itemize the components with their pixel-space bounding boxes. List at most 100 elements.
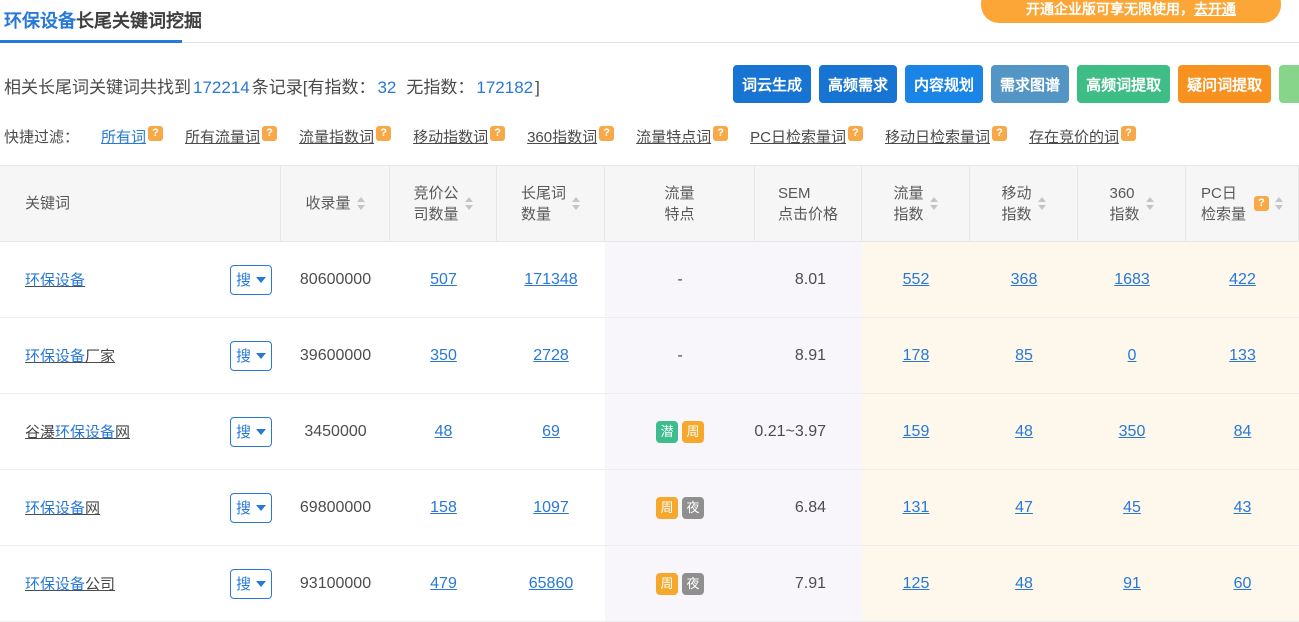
index-360-link[interactable]: 1683 (1114, 271, 1150, 289)
keyword-link[interactable]: 环保设备 (25, 269, 85, 290)
bid-companies-link[interactable]: 479 (430, 575, 457, 593)
index-360-link[interactable]: 91 (1123, 575, 1141, 593)
upgrade-text: 开通企业版可享无限使用， (1026, 0, 1194, 19)
help-icon[interactable]: ? (599, 126, 614, 141)
flow-index-link[interactable]: 552 (903, 271, 930, 289)
sort-arrows-icon[interactable] (357, 197, 365, 210)
help-icon[interactable]: ? (376, 126, 391, 141)
filter-link[interactable]: 360指数词 (527, 126, 597, 147)
search-button-label: 搜 (236, 269, 251, 290)
mobile-index-link[interactable]: 368 (1011, 271, 1038, 289)
pc-daily-search-link[interactable]: 43 (1234, 499, 1252, 517)
keyword-link[interactable]: 谷瀑环保设备网 (25, 421, 130, 442)
keyword-post: 网 (85, 500, 100, 517)
help-icon[interactable]: ? (1254, 196, 1269, 211)
keyword-link[interactable]: 环保设备网 (25, 497, 100, 518)
sort-arrows-icon[interactable] (1275, 197, 1283, 210)
bid-companies-link[interactable]: 48 (435, 423, 453, 441)
keyword-search-dropdown[interactable]: 搜 (230, 493, 272, 523)
mobile-index-link[interactable]: 47 (1015, 499, 1033, 517)
help-icon[interactable]: ? (848, 126, 863, 141)
filter-link[interactable]: 所有词 (101, 126, 146, 147)
bid-companies-link[interactable]: 350 (430, 347, 457, 365)
bid-companies-link[interactable]: 158 (430, 499, 457, 517)
table-row: 环保设备公司搜9310000047965860周夜7.91125489160 (0, 546, 1299, 622)
keyword-search-dropdown[interactable]: 搜 (230, 341, 272, 371)
included-count: 3450000 (304, 423, 366, 441)
quick-filter-label: 快捷过滤： (4, 126, 79, 147)
sem-price-cell: 8.01 (755, 242, 862, 317)
mobile-index-link[interactable]: 48 (1015, 423, 1033, 441)
pc-daily-search-link[interactable]: 60 (1234, 575, 1252, 593)
longtail-count-link[interactable]: 171348 (524, 271, 577, 289)
mobile-index-link[interactable]: 48 (1015, 575, 1033, 593)
traffic-badge: 周 (682, 421, 704, 443)
index-360-link[interactable]: 45 (1123, 499, 1141, 517)
help-icon[interactable]: ? (148, 126, 163, 141)
filter-item: 所有流量词? (185, 126, 277, 147)
filter-link[interactable]: 流量特点词 (636, 126, 711, 147)
included-count: 93100000 (300, 575, 371, 593)
caret-down-icon (256, 277, 266, 283)
sort-arrows-icon[interactable] (930, 197, 938, 210)
help-icon[interactable]: ? (1121, 126, 1136, 141)
sort-arrows-icon[interactable] (1038, 197, 1046, 210)
pc-daily-search-link[interactable]: 133 (1229, 347, 1256, 365)
index-360-link-cell: 91 (1078, 546, 1186, 621)
index-360-link[interactable]: 0 (1128, 347, 1137, 365)
column-header: 收录量 (281, 166, 390, 241)
sort-up-icon (572, 197, 580, 202)
flow-index-link[interactable]: 125 (903, 575, 930, 593)
longtail-count-link[interactable]: 2728 (533, 347, 569, 365)
action-button[interactable]: 高频需求 (819, 65, 897, 103)
longtail-count-link[interactable]: 69 (542, 423, 560, 441)
action-button[interactable]: 需求图谱 (991, 65, 1069, 103)
help-icon[interactable]: ? (490, 126, 505, 141)
column-header: 长尾词数量 (497, 166, 605, 241)
mobile-index-link-cell: 85 (970, 318, 1078, 393)
table-row: 环保设备网搜698000001581097周夜6.84131474543 (0, 470, 1299, 546)
keyword-link[interactable]: 环保设备厂家 (25, 345, 115, 366)
action-button[interactable]: 内容规划 (905, 65, 983, 103)
upgrade-enterprise-button[interactable]: 开通企业版可享无限使用，去开通 (981, 0, 1281, 23)
sort-arrows-icon[interactable] (1146, 197, 1154, 210)
bid-companies-link[interactable]: 507 (430, 271, 457, 289)
action-button-partial[interactable] (1279, 65, 1299, 103)
caret-down-icon (256, 581, 266, 587)
filter-link[interactable]: 流量指数词 (299, 126, 374, 147)
keyword-search-dropdown[interactable]: 搜 (230, 265, 272, 295)
mobile-index-link[interactable]: 85 (1015, 347, 1033, 365)
upgrade-link[interactable]: 去开通 (1194, 0, 1236, 19)
filter-link[interactable]: 所有流量词 (185, 126, 260, 147)
filter-link[interactable]: 移动日检索量词 (885, 126, 990, 147)
index-360-link[interactable]: 350 (1119, 423, 1146, 441)
column-header: SEM点击价格 (755, 166, 862, 241)
pc-daily-search-link[interactable]: 84 (1234, 423, 1252, 441)
traffic-feature-empty: - (677, 271, 682, 289)
caret-down-icon (256, 505, 266, 511)
filter-link[interactable]: 移动指数词 (413, 126, 488, 147)
pc-daily-search-link[interactable]: 422 (1229, 271, 1256, 289)
filter-link[interactable]: 存在竞价的词 (1029, 126, 1119, 147)
keyword-link[interactable]: 环保设备公司 (25, 573, 115, 594)
help-icon[interactable]: ? (992, 126, 1007, 141)
sort-arrows-icon[interactable] (572, 197, 580, 210)
keyword-search-dropdown[interactable]: 搜 (230, 417, 272, 447)
flow-index-link[interactable]: 131 (903, 499, 930, 517)
flow-index-link[interactable]: 159 (903, 423, 930, 441)
action-button[interactable]: 高频词提取 (1077, 65, 1170, 103)
longtail-count-link[interactable]: 1097 (533, 499, 569, 517)
sort-up-icon (465, 197, 473, 202)
help-icon[interactable]: ? (713, 126, 728, 141)
included-count: 39600000 (300, 347, 371, 365)
keyword-search-dropdown[interactable]: 搜 (230, 569, 272, 599)
table-header-row: 关键词收录量竞价公司数量长尾词数量流量特点SEM点击价格流量指数移动指数360指… (0, 165, 1299, 242)
action-button[interactable]: 疑问词提取 (1178, 65, 1271, 103)
page-title-rest: 长尾关键词挖掘 (76, 11, 202, 31)
longtail-count-link[interactable]: 65860 (529, 575, 574, 593)
flow-index-link[interactable]: 178 (903, 347, 930, 365)
help-icon[interactable]: ? (262, 126, 277, 141)
action-button[interactable]: 词云生成 (733, 65, 811, 103)
sort-arrows-icon[interactable] (465, 197, 473, 210)
filter-link[interactable]: PC日检索量词 (750, 126, 846, 147)
